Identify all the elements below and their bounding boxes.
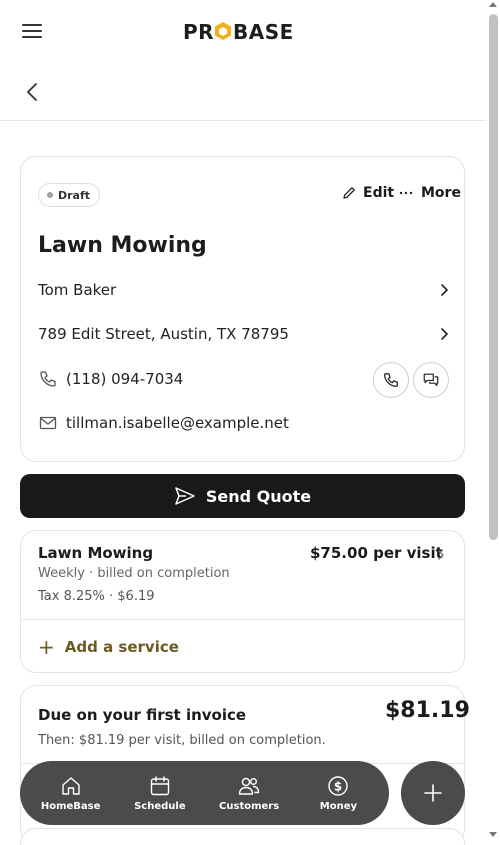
scrollbar-thumb[interactable] xyxy=(489,14,498,540)
probase-logo[interactable]: PR BASE xyxy=(183,20,303,44)
svg-text:PR: PR xyxy=(183,20,214,44)
back-button[interactable] xyxy=(22,80,44,104)
customer-row[interactable]: Tom Baker xyxy=(38,281,449,299)
next-card xyxy=(20,828,465,845)
customer-name: Tom Baker xyxy=(38,281,117,299)
address-text: 789 Edit Street, Austin, TX 78795 xyxy=(38,325,289,343)
svg-text:$: $ xyxy=(334,779,342,793)
service-tax: Tax 8.25% · $6.19 xyxy=(38,589,155,604)
invoice-label: Due on your first invoice xyxy=(38,706,247,724)
chevron-right-icon xyxy=(441,284,449,296)
add-service-button[interactable]: + Add a service xyxy=(38,637,179,657)
address-row[interactable]: 789 Edit Street, Austin, TX 78795 xyxy=(38,325,449,343)
phone-icon xyxy=(40,371,56,387)
calendar-icon xyxy=(150,775,170,795)
service-name[interactable]: Lawn Mowing xyxy=(38,544,153,562)
nav-homebase[interactable]: HomeBase xyxy=(26,761,115,825)
nav-money[interactable]: $ Money xyxy=(294,761,383,825)
plus-icon xyxy=(424,784,442,802)
phone-number: (118) 094-7034 xyxy=(66,370,184,388)
mail-icon xyxy=(39,416,57,430)
service-frequency: Weekly · billed on completion xyxy=(38,566,230,581)
chat-icon xyxy=(423,373,439,386)
message-button[interactable] xyxy=(413,362,449,398)
edit-button[interactable]: Edit xyxy=(341,185,394,201)
call-button[interactable] xyxy=(373,362,409,398)
nav-customers[interactable]: Customers xyxy=(205,761,294,825)
status-badge: Draft xyxy=(38,183,101,207)
users-icon xyxy=(238,777,260,795)
bottom-nav: HomeBase Schedule Customers $ Money xyxy=(20,761,389,825)
invoice-amount: $81.19 xyxy=(385,698,470,723)
phone-icon xyxy=(384,373,398,387)
logo-graphic: PR BASE xyxy=(183,20,294,44)
scroll-down-arrow[interactable] xyxy=(489,832,497,837)
service-price[interactable]: $75.00 per visit xyxy=(310,544,443,562)
sub-header xyxy=(0,64,486,121)
menu-icon[interactable] xyxy=(22,24,42,40)
quote-title: Lawn Mowing xyxy=(38,233,207,258)
top-bar: PR BASE xyxy=(0,0,486,64)
more-button[interactable]: More xyxy=(398,185,461,201)
email-address: tillman.isabelle@example.net xyxy=(66,414,289,432)
divider xyxy=(21,619,464,620)
phone-row: (118) 094-7034 xyxy=(38,369,338,389)
create-fab-button[interactable] xyxy=(401,761,465,825)
chevron-right-icon[interactable] xyxy=(437,549,445,561)
send-quote-button[interactable]: Send Quote xyxy=(20,474,465,518)
chevron-right-icon xyxy=(441,328,449,340)
svg-text:BASE: BASE xyxy=(233,20,294,44)
nav-schedule[interactable]: Schedule xyxy=(115,761,204,825)
email-row: tillman.isabelle@example.net xyxy=(38,413,449,433)
plus-icon: + xyxy=(38,635,55,659)
home-icon xyxy=(61,776,80,795)
service-card: Lawn Mowing $75.00 per visit Weekly · bi… xyxy=(20,530,465,673)
dollar-icon: $ xyxy=(328,775,349,796)
quote-details-card: Draft Edit More Lawn Mowing Tom Baker 78… xyxy=(20,156,465,462)
invoice-subtext: Then: $81.19 per visit, billed on comple… xyxy=(38,733,326,748)
pencil-icon xyxy=(343,187,355,199)
scroll-up-arrow[interactable] xyxy=(489,2,497,7)
send-icon xyxy=(175,487,195,505)
chevron-left-icon xyxy=(26,83,37,101)
ellipsis-icon xyxy=(399,191,413,195)
